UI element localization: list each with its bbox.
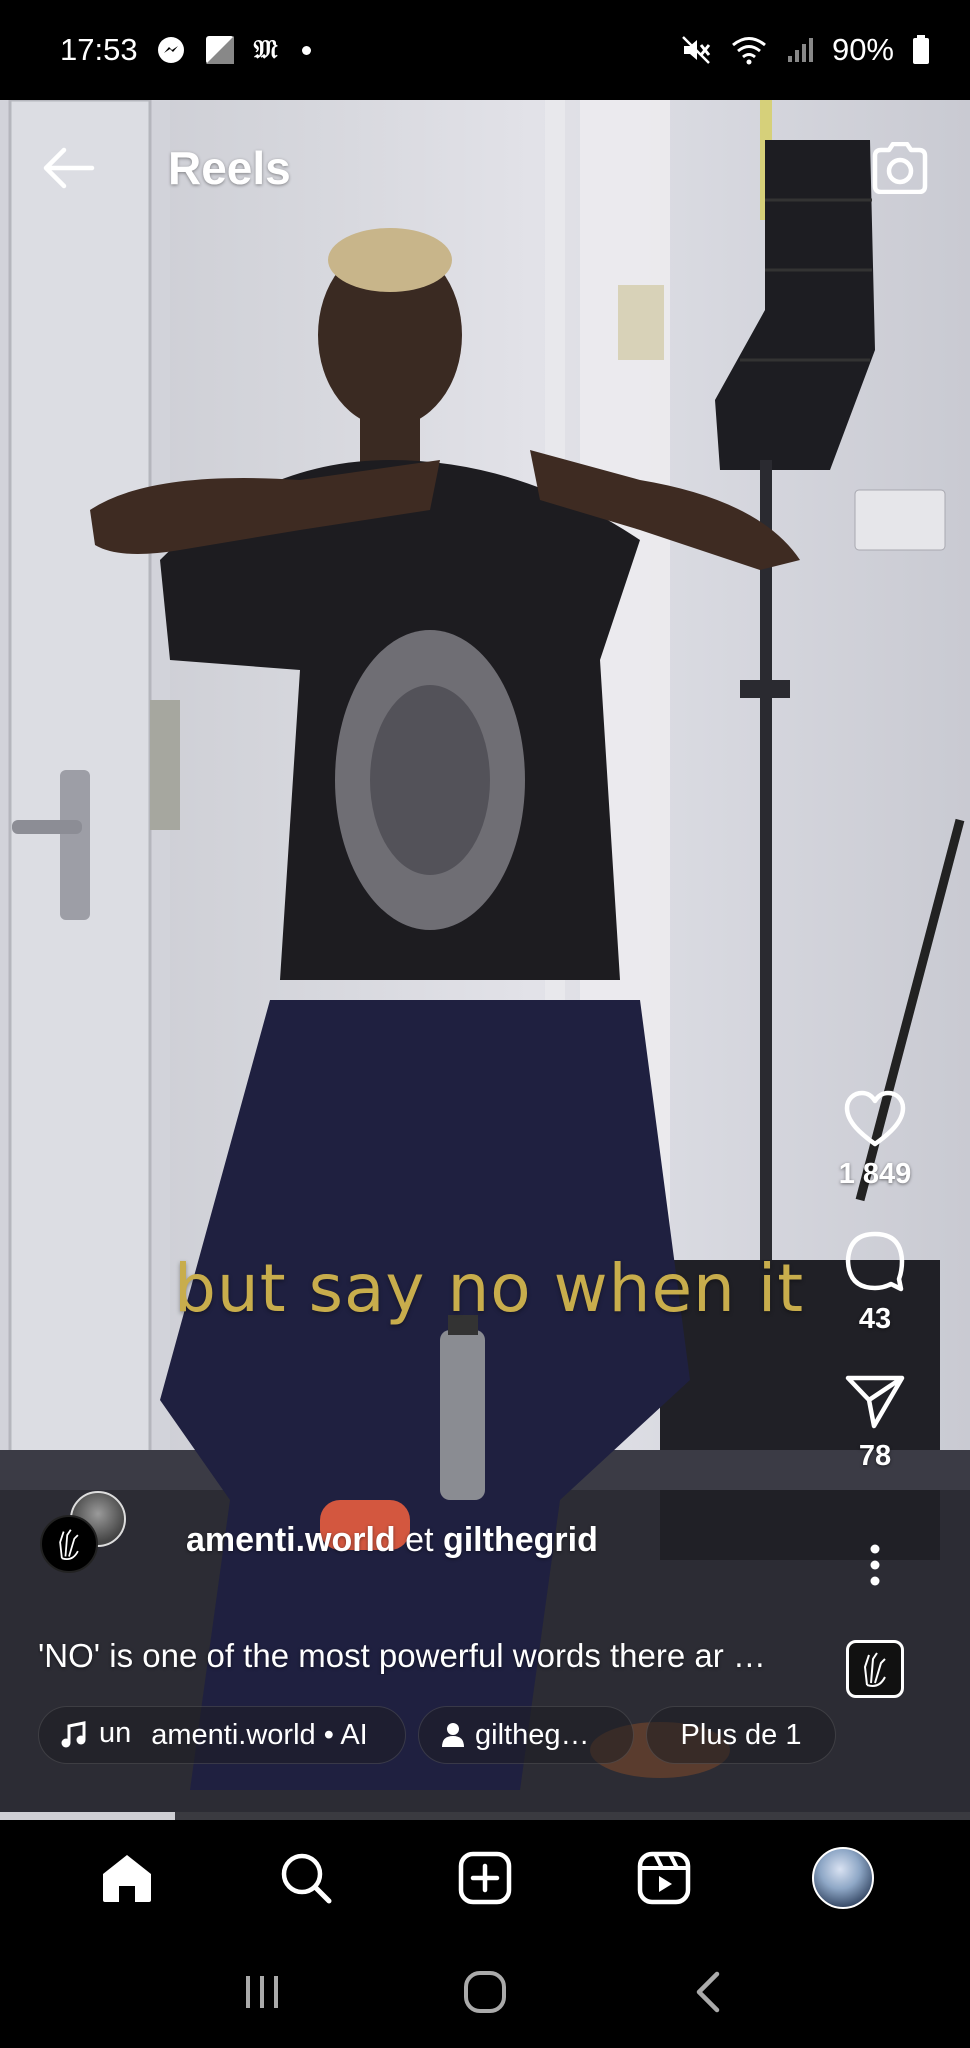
system-home-button[interactable] [450,1957,520,2027]
nav-reels[interactable] [629,1843,699,1913]
video-progress-bar[interactable] [0,1812,970,1820]
reel-actions: 1 849 43 78 [810,1090,940,1698]
reel-description[interactable]: 'NO' is one of the most powerful words t… [38,1637,828,1675]
home-icon [103,1854,152,1902]
author-conjunction: et [405,1520,434,1559]
more-vertical-icon [870,1544,880,1586]
video-caption-subtitle: but say no when it [174,1250,805,1327]
reel-chips: un amenti.world • AI giltheg… Plus de 1 [38,1706,836,1764]
more-chip[interactable]: Plus de 1 [646,1706,836,1764]
system-back-button[interactable] [673,1957,743,2027]
page-title: Reels [168,141,291,194]
audio-thumbnail-button[interactable] [846,1640,904,1698]
audio-chip[interactable]: un amenti.world • AI [38,1706,406,1764]
camera-button[interactable] [870,138,930,198]
system-navigation [0,1935,970,2048]
avatar-amenti-world[interactable] [40,1515,98,1573]
nav-create[interactable] [450,1843,520,1913]
status-time: 17:53 [60,32,138,67]
author-name-1[interactable]: amenti.world [186,1521,396,1559]
system-back-icon [697,1971,720,2012]
reels-icon [637,1851,691,1904]
status-bar: 17:53 𝔐 90% [0,0,970,100]
profile-avatar [811,1846,874,1909]
messenger-icon [156,35,186,65]
comment-button[interactable]: 43 [843,1229,907,1336]
audio-chip-prefix: un [99,1719,132,1752]
like-count: 1 849 [838,1158,912,1190]
flipboard-icon [204,34,236,66]
recent-apps-icon [245,1975,278,2008]
tagged-user-chip[interactable]: giltheg… [418,1706,634,1764]
back-button[interactable] [40,140,96,196]
notification-dot-icon [301,45,311,55]
share-button[interactable]: 78 [844,1374,906,1473]
battery-icon [912,35,930,65]
video-progress-fill [0,1812,175,1820]
like-button[interactable]: 1 849 [838,1090,912,1191]
reels-header: Reels [0,100,970,235]
more-options-button[interactable] [868,1543,882,1592]
comment-icon [845,1231,905,1292]
mute-icon [680,34,712,66]
status-bar-right: 90% [680,32,930,68]
hand-logo-icon [863,1652,886,1687]
send-icon [845,1375,905,1429]
author-row[interactable]: amenti.world et gilthegrid [40,1491,598,1575]
author-avatars[interactable] [40,1491,130,1575]
recent-apps-button[interactable] [227,1957,297,2027]
nav-profile[interactable] [808,1843,878,1913]
comment-count: 43 [858,1303,892,1335]
wifi-icon [730,35,768,65]
add-post-icon [458,1851,512,1904]
nav-home[interactable] [92,1843,162,1913]
tagged-user-label: giltheg… [475,1718,590,1751]
mail-m-icon: 𝔐 [253,34,278,65]
signal-icon [786,36,814,64]
author-name-2[interactable]: gilthegrid [443,1521,598,1559]
music-note-icon [61,1721,86,1748]
person-icon [442,1723,464,1747]
search-icon [281,1853,332,1903]
status-bar-left: 17:53 𝔐 [60,32,311,68]
author-names[interactable]: amenti.world et gilthegrid [186,1521,598,1560]
camera-icon [872,141,928,194]
audio-chip-label: amenti.world • AI [151,1718,368,1751]
back-arrow-icon [43,147,95,188]
bottom-navigation [0,1820,970,1935]
hand-logo-icon [59,1529,79,1560]
heart-icon [844,1090,906,1147]
battery-percent: 90% [831,32,894,67]
share-count: 78 [858,1440,892,1472]
more-chip-label: Plus de 1 [680,1718,802,1751]
system-home-icon [463,1970,506,2013]
nav-search[interactable] [271,1843,341,1913]
